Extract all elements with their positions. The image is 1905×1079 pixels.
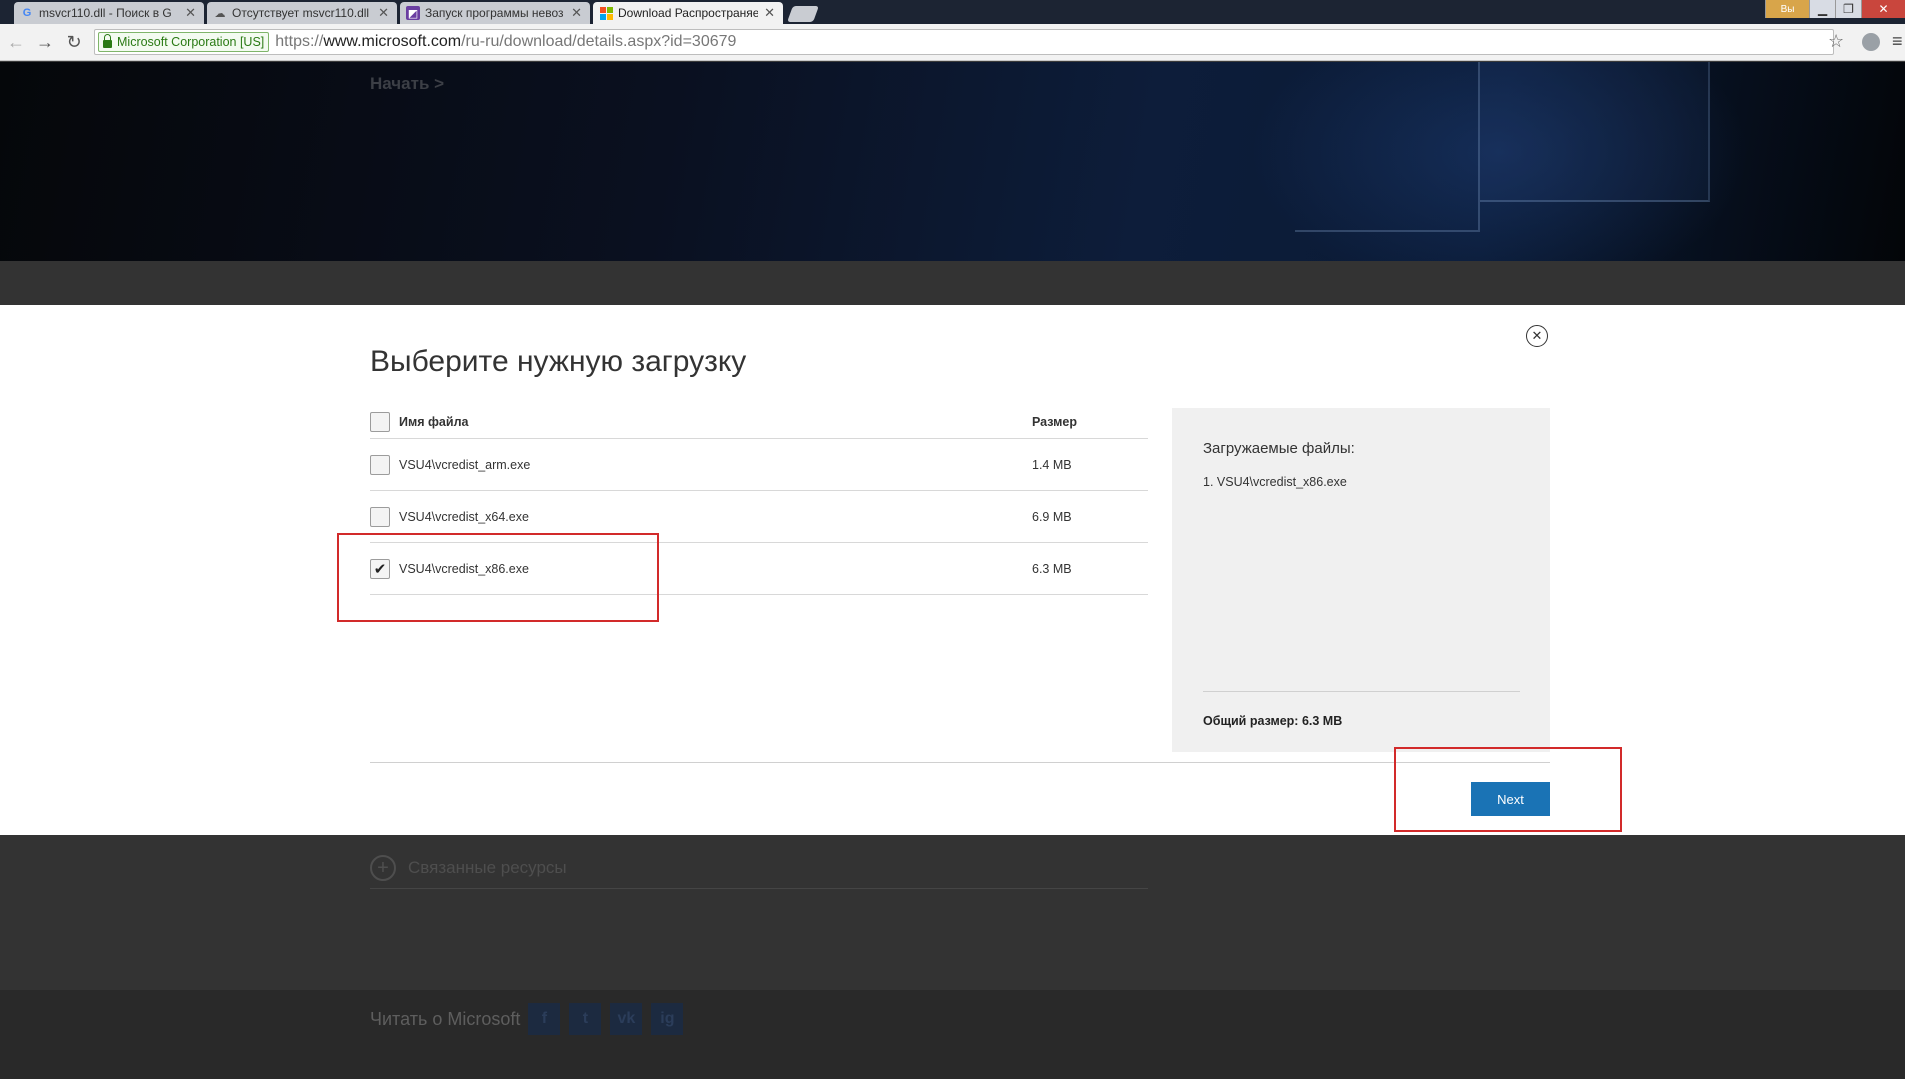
url-text[interactable]: https://www.microsoft.com/ru-ru/download…	[275, 33, 736, 51]
bookmark-star-icon[interactable]: ☆	[1828, 31, 1844, 52]
related-divider	[370, 888, 1148, 889]
table-row: VSU4\vcredist_arm.exe 1.4 MB	[370, 439, 1148, 491]
file-size: 1.4 MB	[1032, 457, 1072, 472]
google-icon: G	[22, 7, 32, 19]
dialog-title: Выберите нужную загрузку	[370, 345, 747, 378]
url-path: /ru-ru/download/details.aspx?id=30679	[461, 33, 737, 50]
read-about-microsoft: Читать о Microsoft f t vk ig	[370, 1003, 692, 1035]
social-links: f t vk ig	[528, 1003, 692, 1035]
cloud-icon: ☁	[214, 7, 226, 20]
address-bar[interactable]: Microsoft Corporation [US] https://www.m…	[94, 29, 1834, 55]
download-dialog: Выберите нужную загрузку ✕ Имя файла Раз…	[0, 305, 1905, 835]
profile-label: Вы	[1780, 3, 1795, 15]
window-close-button[interactable]: ✕	[1861, 0, 1905, 18]
tab-program-launch[interactable]: ◩ Запуск программы невоз ✕	[400, 2, 590, 24]
dialog-divider	[370, 762, 1550, 763]
ev-certificate-badge[interactable]: Microsoft Corporation [US]	[98, 32, 270, 52]
footer	[0, 990, 1905, 1079]
summary-divider	[1203, 691, 1520, 692]
tab-google-search[interactable]: G msvcr110.dll - Поиск в G ✕	[14, 2, 204, 24]
select-all-checkbox[interactable]	[370, 411, 390, 432]
instagram-icon[interactable]: ig	[651, 1003, 684, 1035]
reload-icon[interactable]: ↻	[62, 30, 86, 54]
file-size: 6.9 MB	[1032, 509, 1072, 524]
summary-total: Общий размер: 6.3 MB	[1203, 714, 1343, 728]
microsoft-logo-icon	[599, 6, 613, 20]
profile-button[interactable]: Вы	[1765, 0, 1809, 18]
site-icon: ◩	[406, 6, 420, 20]
file-name: VSU4\vcredist_x64.exe	[399, 509, 529, 524]
dark-band	[0, 261, 1905, 305]
tab-close-icon[interactable]: ✕	[378, 5, 389, 21]
file-size: 6.3 MB	[1032, 561, 1072, 576]
related-resources[interactable]: + Связанные ресурсы	[370, 855, 567, 881]
summary-title: Загружаемые файлы:	[1203, 440, 1355, 457]
forward-icon[interactable]: →	[33, 30, 57, 54]
window-controls: Вы ▁ ❐ ✕	[1765, 0, 1905, 18]
tab-title: Отсутствует msvcr110.dll	[232, 6, 370, 20]
summary-item: 1. VSU4\vcredist_x86.exe	[1203, 475, 1347, 489]
close-icon[interactable]: ✕	[1526, 325, 1548, 347]
extension-icon[interactable]	[1862, 33, 1880, 51]
lock-icon	[103, 34, 112, 48]
file-checkbox[interactable]	[370, 506, 390, 527]
table-header: Имя файла Размер	[370, 405, 1148, 439]
breadcrumb[interactable]: Начать >	[370, 74, 444, 94]
tab-title: Download Распространяе	[618, 6, 759, 20]
url-host: www.microsoft.com	[323, 33, 462, 50]
browser-toolbar: ← → ↻ Microsoft Corporation [US] https:/…	[0, 24, 1905, 61]
menu-icon[interactable]: ≡	[1892, 31, 1903, 52]
tab-close-icon[interactable]: ✕	[764, 5, 775, 21]
twitter-icon[interactable]: t	[569, 1003, 602, 1035]
download-summary-panel: Загружаемые файлы: 1. VSU4\vcredist_x86.…	[1172, 408, 1550, 752]
tab-missing-dll[interactable]: ☁ Отсутствует msvcr110.dll ✕	[207, 2, 397, 24]
vk-icon[interactable]: vk	[610, 1003, 643, 1035]
maximize-button[interactable]: ❐	[1835, 0, 1861, 18]
tab-close-icon[interactable]: ✕	[185, 5, 196, 21]
tab-close-icon[interactable]: ✕	[571, 5, 582, 21]
hero-banner: Начать >	[0, 62, 1905, 261]
tab-download[interactable]: Download Распространяе ✕	[593, 2, 783, 24]
column-header-name: Имя файла	[399, 414, 469, 429]
tab-strip: G msvcr110.dll - Поиск в G ✕ ☁ Отсутству…	[0, 0, 1905, 24]
url-scheme: https://	[275, 33, 324, 50]
related-resources-label: Связанные ресурсы	[408, 858, 567, 877]
file-checkbox[interactable]	[370, 454, 390, 475]
annotation-highlight-x86	[337, 533, 659, 622]
annotation-highlight-next	[1394, 747, 1622, 832]
minimize-button[interactable]: ▁	[1809, 0, 1835, 18]
read-about-label: Читать о Microsoft	[370, 1008, 521, 1029]
new-tab-button[interactable]	[787, 6, 819, 22]
tab-title: Запуск программы невоз	[425, 6, 564, 20]
plus-icon: +	[370, 855, 396, 881]
ev-label: Microsoft Corporation [US]	[117, 35, 265, 49]
facebook-icon[interactable]: f	[528, 1003, 561, 1035]
back-icon[interactable]: ←	[4, 30, 28, 54]
page-lower-section	[0, 835, 1905, 990]
column-header-size: Размер	[1032, 414, 1078, 429]
tab-title: msvcr110.dll - Поиск в G	[39, 6, 172, 20]
file-name: VSU4\vcredist_arm.exe	[399, 457, 531, 472]
